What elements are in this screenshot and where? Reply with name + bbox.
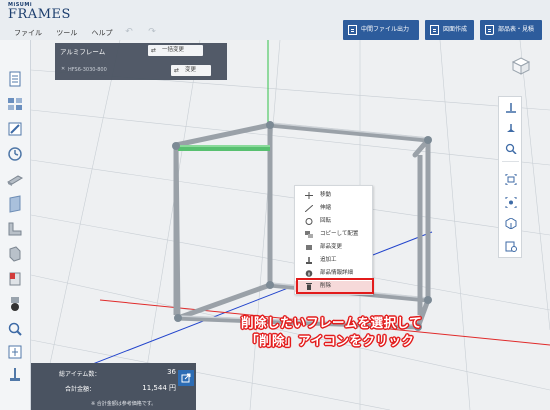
menu-item-copy-place[interactable]: コピーして配置 [295,229,372,240]
price-note: ※ 合計金額は参考価格です。 [91,401,157,407]
menu-item-part-change[interactable]: 部品変更 [295,242,372,253]
summary-panel: 総アイテム数： 36 合計金額： 11,544 円 ※ 合計金額は参考価格です。 [31,363,196,410]
total-amount-value: 11,544 円 [142,384,176,392]
view-cube[interactable] [510,55,532,77]
toolbar-separator [502,161,519,162]
swap-icon: ⇄ [174,67,180,74]
document-icon[interactable] [6,70,24,88]
edit-frame-icon[interactable] [6,120,24,138]
cover-part-icon[interactable] [6,270,24,288]
frame-info-panel: アルミフレーム ⇄ 一括変更 ✕ HFS6-3030-800 ⇄ 変更 [55,43,227,80]
menu-bar: ファイル ツール ヘルプ [14,28,124,38]
assembly-list-icon[interactable] [6,95,24,113]
cart-icon [485,25,494,35]
info-icon [305,270,313,277]
export-intermediate-button[interactable]: 中間ファイル出力 [343,20,419,40]
3d-scene[interactable] [31,40,550,410]
export-file-icon [348,25,357,35]
fit-all-icon[interactable] [505,197,517,208]
menu-item-label: コピーして配置 [320,231,359,237]
bulk-change-label: 一括変更 [162,47,185,53]
menu-item-label: 追加工 [320,257,337,263]
corner-bracket-icon[interactable] [6,220,24,238]
additional-machining-icon [306,257,312,264]
menu-item-rotate[interactable]: 回転 [295,216,372,227]
app-logo: MiSUMi FRAMES [8,2,71,22]
copy-place-icon [305,231,313,238]
zoom-icon[interactable] [505,143,517,154]
frames-app: MiSUMi FRAMES ファイル ツール ヘルプ ↶ ↷ 中間ファイル出力 … [0,0,550,410]
move-icon [305,192,313,199]
menu-item-label: 伸縮 [320,205,332,211]
redo-icon[interactable]: ↷ [145,27,159,37]
menu-help[interactable]: ヘルプ [91,29,112,37]
total-amount-label: 合計金額： [65,386,96,393]
menu-item-label: 部品変更 [320,244,343,250]
undo-icon[interactable]: ↶ [122,27,136,37]
search-icon[interactable] [6,320,24,338]
create-drawing-button[interactable]: 図面作成 [425,20,474,40]
view-toolbar [498,96,522,258]
frame-part-number: HFS6-3030-800 [68,67,107,73]
header-bar: MiSUMi FRAMES ファイル ツール ヘルプ ↶ ↷ 中間ファイル出力 … [0,0,550,41]
change-button[interactable]: ⇄ 変更 [171,65,211,76]
menu-item-label: 移動 [320,192,332,198]
3d-viewport[interactable] [31,40,550,410]
create-drawing-label: 図面作成 [443,26,468,33]
adjuster-foot-icon[interactable] [6,366,24,384]
history-icon[interactable] [6,145,24,163]
parts-list-quote-label: 部品表・見積 [498,26,535,33]
caster-icon[interactable] [6,295,24,313]
menu-file[interactable]: ファイル [14,29,42,37]
bracket-icon[interactable] [6,245,24,263]
delete-highlight-box [296,278,374,294]
total-items-label: 総アイテム数： [59,371,101,378]
bulk-change-button[interactable]: ⇄ 一括変更 [148,45,203,56]
close-icon[interactable]: ✕ [61,66,65,72]
change-label: 変更 [185,67,197,73]
drawing-icon [430,25,439,35]
rotate-view-icon[interactable] [505,174,517,185]
menu-tools[interactable]: ツール [56,29,77,37]
part-change-icon [306,245,312,250]
swap-icon: ⇄ [151,47,157,54]
total-items-value: 36 [167,368,176,376]
menu-item-additional-machining[interactable]: 追加工 [295,255,372,266]
menu-item-stretch[interactable]: 伸縮 [295,203,372,214]
panel-title: アルミフレーム [60,48,106,56]
iso-view-icon[interactable] [505,218,517,229]
parts-list-quote-button[interactable]: 部品表・見積 [480,20,542,40]
panel-plate-icon[interactable] [6,195,24,213]
aluminum-frame-icon[interactable] [6,170,24,188]
open-external-icon[interactable] [178,370,194,386]
logo-title: FRAMES [8,7,71,22]
measure-icon[interactable] [6,343,24,361]
instruction-line-1: 削除したいフレームを選択して [241,315,423,330]
menu-item-move[interactable]: 移動 [295,190,372,201]
export-intermediate-label: 中間ファイル出力 [361,26,410,33]
left-toolbar [0,40,31,410]
settings-icon[interactable] [505,241,517,252]
pan-icon[interactable] [505,123,517,134]
instruction-line-2: 「削除」アイコンをクリック [246,333,415,348]
stretch-icon [305,205,313,212]
fit-view-icon[interactable] [505,103,517,114]
rotate-icon [305,218,313,225]
menu-item-label: 回転 [320,218,332,224]
